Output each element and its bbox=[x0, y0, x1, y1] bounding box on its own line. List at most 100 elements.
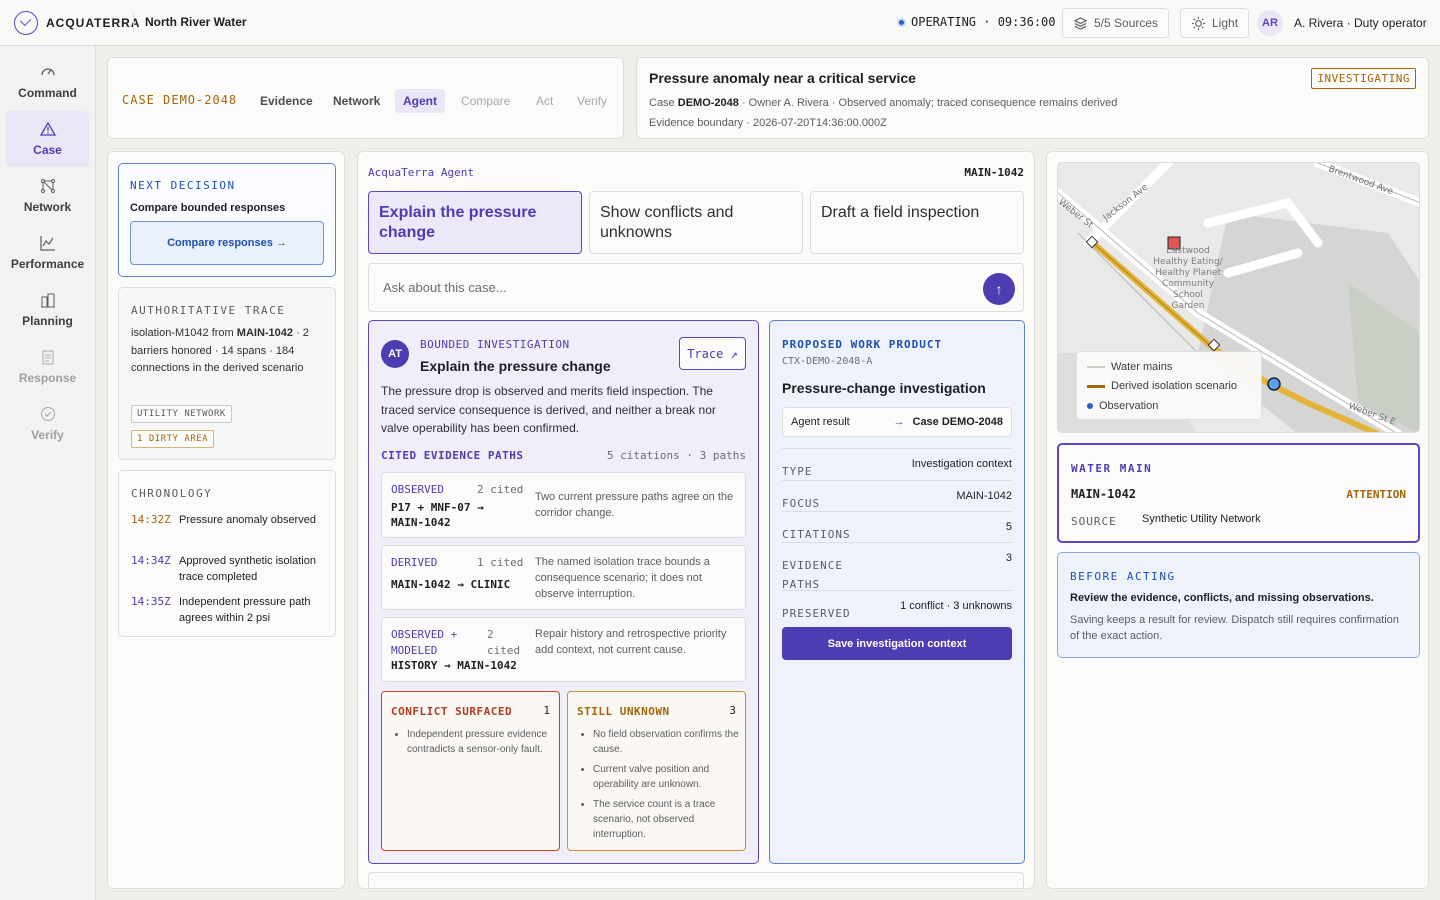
observation-marker-icon bbox=[1267, 377, 1281, 391]
path-desc: The named isolation trace bounds a conse… bbox=[535, 556, 710, 600]
network-icon bbox=[40, 178, 56, 194]
source-label: SOURCE bbox=[1071, 515, 1117, 528]
row-value: Investigation context bbox=[911, 458, 1012, 470]
agent-avatar: AT bbox=[381, 340, 409, 368]
path-route: P17 + MNF-07 → MAIN-1042 bbox=[391, 501, 484, 529]
legend-label: Observation bbox=[1099, 400, 1159, 412]
observation-swatch bbox=[1087, 403, 1093, 409]
sidebar-item-label: Case bbox=[33, 143, 62, 157]
conflict-count: 1 bbox=[543, 704, 550, 717]
map-legend: Water mains Derived isolation scenario O… bbox=[1076, 351, 1262, 420]
water-main-label: WATER MAIN bbox=[1071, 462, 1153, 475]
theme-label: Light bbox=[1212, 16, 1239, 30]
isolation-swatch bbox=[1087, 384, 1105, 388]
list-item: The service count is a trace scenario, n… bbox=[593, 797, 741, 842]
poi-label: Community bbox=[1162, 279, 1215, 289]
sidebar-item-response[interactable]: Response bbox=[6, 339, 89, 395]
compare-responses-button[interactable]: Compare responses → bbox=[130, 221, 324, 265]
work-product-row: PRESERVED 1 conflict · 3 unknowns bbox=[782, 590, 1012, 622]
chronology-card: CHRONOLOGY 14:32Z Pressure anomaly observ… bbox=[118, 470, 336, 637]
warning-icon bbox=[39, 121, 56, 137]
row-value: 1 conflict · 3 unknowns bbox=[900, 600, 1012, 612]
trace-button[interactable]: Trace ↗ bbox=[679, 337, 746, 370]
sidebar-item-label: Performance bbox=[10, 257, 85, 271]
page-title: Pressure anomaly near a critical service bbox=[649, 70, 916, 86]
legend-item: Observation bbox=[1087, 400, 1158, 412]
trace-label: AUTHORITATIVE TRACE bbox=[131, 304, 286, 317]
before-acting-text: Review the evidence, conflicts, and miss… bbox=[1070, 592, 1374, 604]
sidebar-item-verify[interactable]: Verify bbox=[6, 396, 89, 452]
sidebar-item-performance[interactable]: Performance bbox=[6, 225, 89, 281]
link-source: Agent result bbox=[791, 416, 850, 428]
sun-icon bbox=[1191, 16, 1206, 30]
sidebar-item-planning[interactable]: Planning bbox=[6, 282, 89, 338]
event-text: Approved synthetic isolation trace compl… bbox=[179, 555, 316, 583]
theme-toggle[interactable]: Light bbox=[1180, 8, 1250, 38]
save-investigation-button[interactable]: Save investigation context bbox=[782, 627, 1012, 660]
work-product-label: PROPOSED WORK PRODUCT bbox=[782, 338, 943, 351]
water-main-swatch bbox=[1087, 366, 1105, 368]
legend-label: Water mains bbox=[1111, 361, 1173, 373]
arrow-right-icon: → bbox=[893, 416, 905, 428]
divider bbox=[133, 13, 134, 33]
quick-prompt-conflicts[interactable]: Show conflicts and unknowns bbox=[589, 191, 803, 254]
work-product-id: CTX-DEMO-2048-A bbox=[782, 356, 873, 367]
trace-text-a: isolation-M1042 from bbox=[131, 327, 237, 339]
work-product-row: FOCUS MAIN-1042 bbox=[782, 480, 1012, 512]
left-column: NEXT DECISION Compare bounded responses … bbox=[107, 151, 345, 889]
status-badge: INVESTIGATING bbox=[1311, 68, 1416, 89]
check-circle-icon bbox=[40, 406, 56, 422]
cited-paths-label: CITED EVIDENCE PATHS bbox=[381, 449, 524, 462]
before-acting-subtext: Saving keeps a result for review. Dispat… bbox=[1070, 614, 1399, 642]
trace-text: isolation-M1042 from MAIN-1042 · 2 barri… bbox=[131, 325, 331, 378]
tab-agent[interactable]: Agent bbox=[395, 89, 445, 113]
sidebar-item-command[interactable]: Command bbox=[6, 54, 89, 110]
water-main-card[interactable]: WATER MAIN MAIN-1042 ATTENTION SOURCE Sy… bbox=[1057, 443, 1420, 543]
sidebar-item-network[interactable]: Network bbox=[6, 168, 89, 224]
unknown-list: No field observation confirms the cause.… bbox=[593, 727, 741, 847]
conflict-list: Independent pressure evidence contradict… bbox=[407, 727, 555, 762]
event-text: Independent pressure path agrees within … bbox=[179, 596, 311, 624]
tab-act[interactable]: Act bbox=[528, 89, 561, 113]
agent-result-link[interactable]: Agent result → Case DEMO-2048 bbox=[782, 407, 1012, 437]
link-target: Case DEMO-2048 bbox=[912, 416, 1004, 428]
chart-icon bbox=[39, 235, 56, 251]
path-cited: 2 cited bbox=[487, 628, 521, 657]
sidebar-item-label: Response bbox=[18, 371, 77, 385]
ask-placeholder: Ask about this case... bbox=[383, 280, 507, 295]
quick-prompt-inspection[interactable]: Draft a field inspection bbox=[810, 191, 1024, 254]
authoritative-trace-card: AUTHORITATIVE TRACE isolation-M1042 from… bbox=[118, 287, 336, 460]
sidebar-item-label: Network bbox=[23, 200, 72, 214]
send-button[interactable]: ↑ bbox=[983, 273, 1015, 305]
still-unknown-box: STILL UNKNOWN 3 No field observation con… bbox=[567, 691, 746, 851]
sidebar-item-label: Command bbox=[18, 86, 77, 100]
top-bar: ACQUATERRA North River Water OPERATING ·… bbox=[0, 0, 1440, 46]
tab-network[interactable]: Network bbox=[325, 89, 388, 113]
tab-verify[interactable]: Verify bbox=[569, 89, 615, 113]
sidebar-item-case[interactable]: Case bbox=[6, 111, 89, 167]
case-meta: Case DEMO-2048 · Owner A. Rivera · Obser… bbox=[649, 97, 1117, 109]
sidebar: Command Case Network Performance Plannin… bbox=[0, 46, 96, 900]
tab-compare[interactable]: Compare bbox=[453, 89, 518, 113]
evidence-path[interactable]: OBSERVED + MODELED 2 cited HISTORY → MAI… bbox=[381, 617, 746, 682]
row-value: MAIN-1042 bbox=[956, 490, 1012, 502]
case-meta-prefix: Case bbox=[649, 97, 678, 109]
path-desc: Repair history and retrospective priorit… bbox=[535, 628, 727, 656]
quick-prompt-explain[interactable]: Explain the pressure change bbox=[368, 191, 582, 254]
right-column: Jackson Ave Brentwood Ave Weber St Weber… bbox=[1046, 151, 1429, 889]
sources-button[interactable]: 5/5 Sources bbox=[1062, 8, 1170, 38]
before-acting-label: BEFORE ACTING bbox=[1070, 570, 1176, 583]
tab-evidence[interactable]: Evidence bbox=[252, 89, 321, 113]
evidence-path[interactable]: DERIVED 1 cited MAIN-1042 → CLINIC The n… bbox=[381, 545, 746, 610]
status-text: OPERATING · 09:36:00 bbox=[911, 15, 1056, 29]
network-map[interactable]: Jackson Ave Brentwood Ave Weber St Weber… bbox=[1057, 162, 1420, 433]
row-key: EVIDENCE PATHS bbox=[782, 559, 843, 591]
conflict-label: CONFLICT SURFACED bbox=[391, 705, 513, 718]
ask-input[interactable]: Ask about this case... ↑ bbox=[368, 263, 1024, 312]
next-decision-label: NEXT DECISION bbox=[130, 179, 236, 192]
evidence-path[interactable]: OBSERVED 2 cited P17 + MNF-07 → MAIN-104… bbox=[381, 472, 746, 538]
agent-asset-id: MAIN-1042 bbox=[964, 166, 1024, 179]
event-time: 14:32Z bbox=[131, 513, 171, 526]
logo-icon bbox=[14, 11, 38, 35]
avatar[interactable]: AR bbox=[1257, 10, 1283, 36]
